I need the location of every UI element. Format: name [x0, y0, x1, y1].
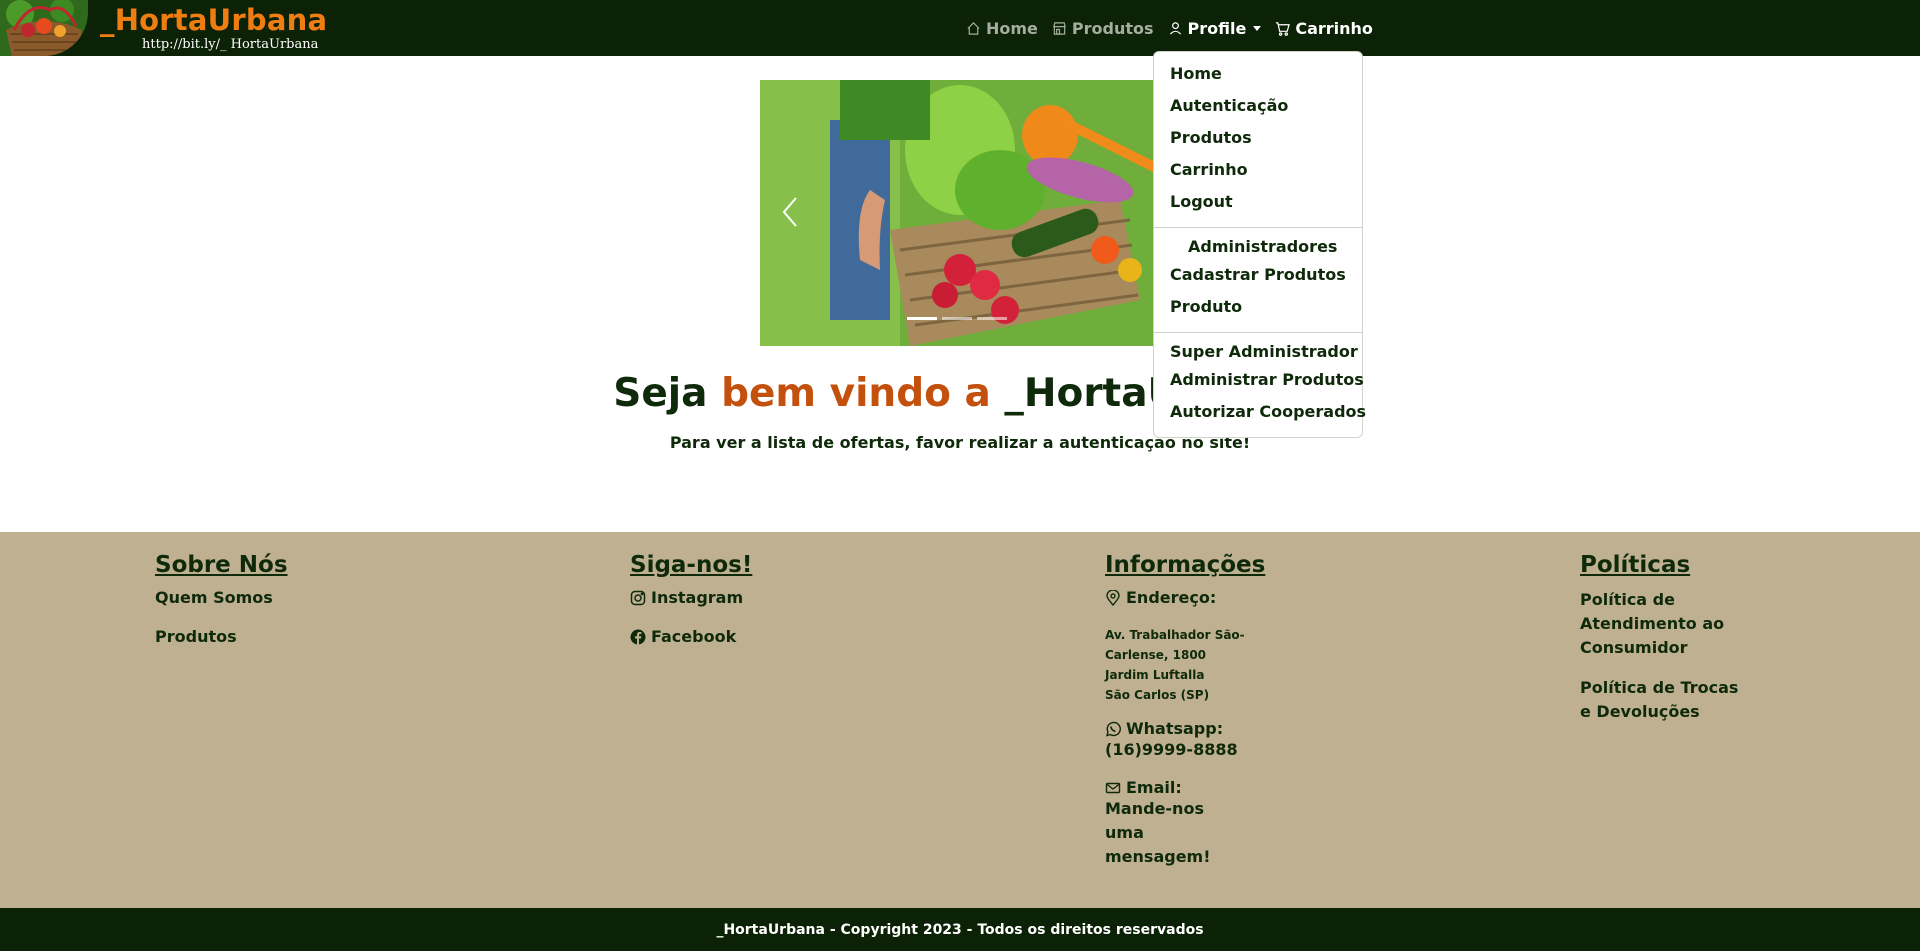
navbar: _HortaUrbana http://bit.ly/_ HortaUrbana…	[0, 0, 1920, 56]
footer-instagram-label: Instagram	[651, 588, 744, 607]
footer-link-instagram[interactable]: Instagram	[630, 588, 752, 607]
hero-title-part1: Seja	[613, 371, 722, 416]
footer-email-link[interactable]: Mande-nos uma mensagem!	[1105, 797, 1245, 869]
instagram-icon	[630, 590, 646, 605]
cart-icon	[1276, 21, 1291, 36]
vegetable-basket-logo[interactable]	[0, 0, 88, 56]
house-icon	[967, 21, 980, 35]
footer-link-produtos[interactable]: Produtos	[155, 627, 288, 646]
address-line: Jardim Luftalla	[1105, 668, 1205, 682]
map-pin-icon	[1106, 589, 1120, 606]
nav-profile-toggle[interactable]: Profile	[1168, 19, 1262, 38]
nav-carrinho[interactable]: Carrinho	[1275, 19, 1373, 38]
footer-whatsapp-text: Whatsapp:	[1126, 719, 1224, 738]
footer-politicas-title: Políticas	[1580, 552, 1691, 578]
dropdown-item-autenticacao[interactable]: Autenticação	[1170, 96, 1288, 115]
nav-carrinho-label: Carrinho	[1295, 18, 1373, 38]
person-icon	[1169, 21, 1181, 35]
chevron-down-icon	[1253, 25, 1262, 31]
envelope-icon	[1105, 782, 1121, 793]
dropdown-item-autorizar-cooperados[interactable]: Autorizar Cooperados	[1170, 402, 1366, 421]
footer-col-sobre: Sobre Nós Quem Somos Produtos	[155, 552, 288, 666]
dropdown-divider	[1154, 227, 1362, 228]
carousel-prev-button[interactable]	[778, 192, 802, 232]
footer-link-politica-atendimento[interactable]: Política de Atendimento ao Consumidor	[1580, 588, 1750, 660]
footer-facebook-label: Facebook	[651, 627, 737, 646]
carousel-indicators	[907, 317, 1007, 320]
brand-url: http://bit.ly/_ HortaUrbana	[142, 37, 319, 52]
whatsapp-icon	[1105, 721, 1121, 736]
dropdown-item-logout[interactable]: Logout	[1170, 192, 1233, 211]
address-line: Carlense, 1800	[1105, 648, 1207, 662]
nav-home-label: Home	[986, 18, 1038, 38]
brand-title[interactable]: _HortaUrbana	[100, 6, 327, 35]
dropdown-item-produto[interactable]: Produto	[1170, 297, 1242, 316]
footer-link-quem-somos[interactable]: Quem Somos	[155, 588, 288, 607]
footer-endereco-text: Endereço:	[1126, 588, 1217, 607]
hero-title: Seja bem vindo a _HortaUrbana	[0, 371, 1920, 416]
copyright-bar: _HortaUrbana - Copyright 2023 - Todos os…	[0, 908, 1920, 951]
dropdown-item-carrinho[interactable]: Carrinho	[1170, 160, 1248, 179]
carousel-indicator-1[interactable]	[907, 317, 937, 320]
dropdown-item-home[interactable]: Home	[1170, 64, 1222, 83]
footer-info-title: Informações	[1105, 552, 1266, 578]
main-nav: Home Produtos Profile Carrinho	[966, 0, 1373, 56]
dropdown-item-administrar-produtos[interactable]: Administrar Produtos	[1170, 370, 1364, 389]
nav-profile-label: Profile	[1187, 18, 1247, 38]
copyright-text: _HortaUrbana - Copyright 2023 - Todos os…	[716, 921, 1204, 938]
dropdown-item-produtos[interactable]: Produtos	[1170, 128, 1252, 147]
chevron-left-icon	[782, 197, 797, 227]
address-line: São Carlos (SP)	[1105, 688, 1210, 702]
carousel-indicator-3[interactable]	[977, 317, 1007, 320]
shop-icon	[1053, 21, 1066, 35]
nav-produtos-label: Produtos	[1071, 18, 1154, 38]
vegetable-basket-photo	[760, 80, 1160, 346]
carousel-indicator-2[interactable]	[942, 317, 972, 320]
site-footer: Sobre Nós Quem Somos Produtos Siga-nos! …	[0, 532, 1920, 908]
nav-home[interactable]: Home	[966, 19, 1038, 38]
footer-whatsapp-number[interactable]: (16)9999-8888	[1105, 738, 1265, 762]
footer-whatsapp-label: Whatsapp:	[1105, 719, 1265, 738]
footer-endereco-label: Endereço:	[1105, 588, 1265, 607]
dropdown-divider	[1154, 332, 1362, 333]
footer-col-siga: Siga-nos! Instagram Facebook	[630, 552, 752, 666]
footer-link-facebook[interactable]: Facebook	[630, 627, 752, 646]
footer-email-text: Email:	[1126, 778, 1182, 797]
profile-dropdown-menu: Home Autenticação Produtos Carrinho Logo…	[1153, 51, 1366, 438]
footer-sobre-title: Sobre Nós	[155, 552, 288, 578]
hero-carousel	[760, 80, 1160, 346]
dropdown-header-super-administrador: Super Administrador	[1170, 342, 1358, 361]
footer-link-politica-trocas[interactable]: Política de Trocas e Devoluções	[1580, 676, 1750, 724]
footer-col-politicas: Políticas Política de Atendimento ao Con…	[1580, 552, 1750, 740]
facebook-icon	[630, 629, 646, 645]
nav-produtos[interactable]: Produtos	[1052, 19, 1154, 38]
footer-col-informacoes: Informações Endereço: Av. Trabalhador Sã…	[1105, 552, 1265, 869]
dropdown-item-cadastrar-produtos[interactable]: Cadastrar Produtos	[1170, 265, 1346, 284]
address-line: Av. Trabalhador São-	[1105, 628, 1245, 642]
hero-subtitle: Para ver a lista de ofertas, favor reali…	[669, 433, 1251, 452]
dropdown-header-administradores: Administradores	[1188, 237, 1338, 256]
footer-email-label: Email:	[1105, 778, 1265, 797]
footer-address: Av. Trabalhador São- Carlense, 1800 Jard…	[1105, 625, 1265, 705]
hero-title-accent: bem vindo a	[721, 371, 1005, 416]
footer-siga-title: Siga-nos!	[630, 552, 753, 578]
